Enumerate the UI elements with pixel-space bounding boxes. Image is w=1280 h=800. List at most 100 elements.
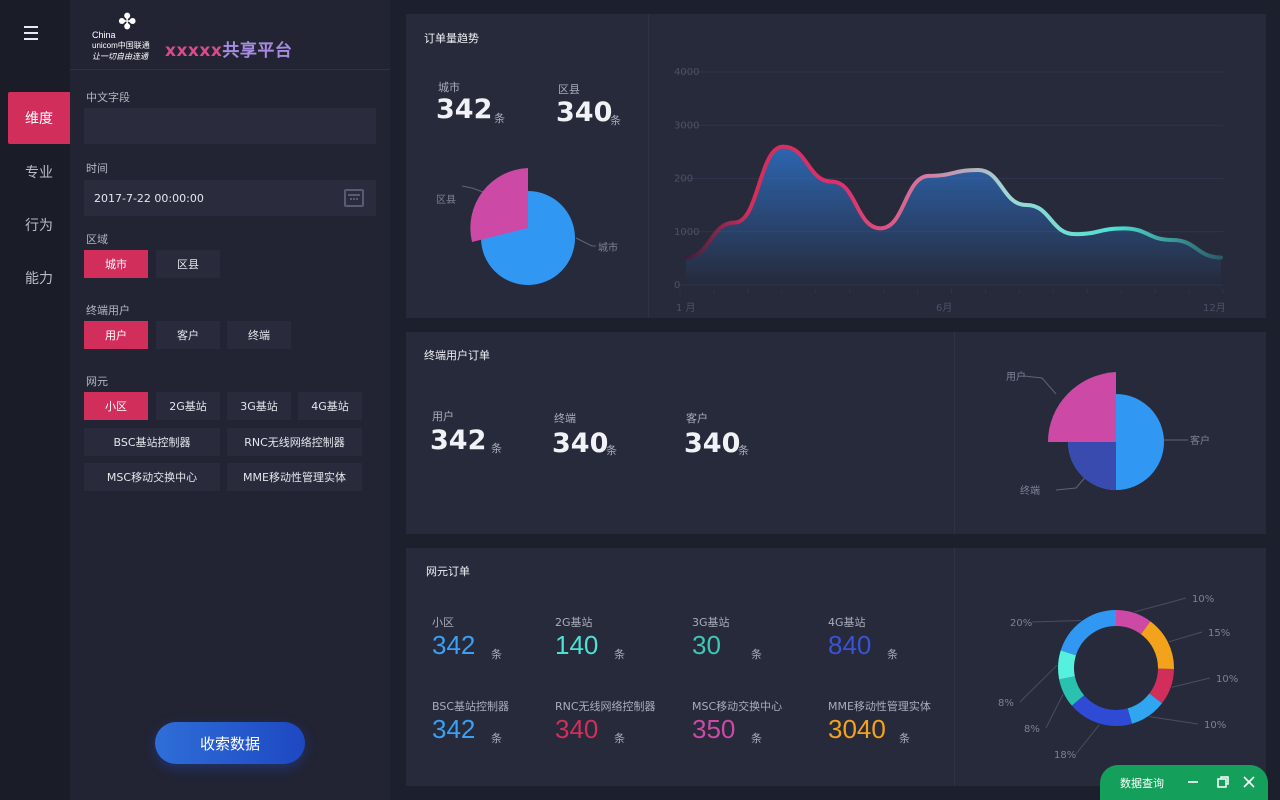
y-tick-label: 4000 [674,67,699,78]
nav-item-capability[interactable]: 能力 [8,252,70,304]
y-tick-label: 200 [674,174,693,185]
nav-rail: 维度 专业 行为 能力 [0,0,70,800]
region-pie-chart: 区县 城市 [436,168,618,285]
donut-label: 8% [1024,724,1040,735]
terminal-label: 终端用户 [86,304,130,317]
pie-label-user: 用户 [1006,370,1026,383]
terminal-pie-chart: 用户 客户 终端 [1006,370,1210,497]
terminal-option-terminal[interactable]: 终端 [227,321,291,349]
donut-label: 10% [1216,674,1238,685]
dock-label: 数据查询 [1120,777,1164,790]
pie-label-county: 区县 [436,194,456,206]
y-tick-label: 1000 [674,227,699,238]
logo-slogan: 让一切自由连通 [92,52,148,61]
network-stat-label: BSC基站控制器 [432,700,510,713]
network-stat-unit: 条 [614,732,625,745]
network-stat-label: RNC无线网络控制器 [555,700,656,713]
nav-item-dimension[interactable]: 维度 [8,92,70,144]
x-tick-label: 12月 [1203,302,1226,314]
terminal-orders-title: 终端用户订单 [424,349,490,362]
stat-unit-user: 条 [491,442,502,455]
network-stat-value: 340 [555,714,599,744]
donut-leader-line [1134,597,1187,613]
network-orders-card: 网元订单 小区 342 条 2G基站 140 条 3G基站 30 条 4G基站 840 条 BSC基站控… [406,548,1266,786]
calendar-icon[interactable] [344,189,364,207]
network-donut-chart: 10% 15% 10% 10% 18% 8% 8% 20% [998,594,1238,761]
donut-leader-line [1031,619,1082,623]
network-stat-value: 140 [555,630,599,660]
order-trend-title: 订单量趋势 [424,32,479,45]
search-data-button[interactable]: 收索数据 [155,722,305,764]
network-stat-label: MSC移动交换中心 [692,700,783,713]
terminal-option-user[interactable]: 用户 [84,321,148,349]
network-option-4g[interactable]: 4G基站 [298,392,362,420]
logo-text-china: China [92,30,116,40]
network-stat-label: 小区 [432,616,454,629]
donut-label: 15% [1208,628,1230,639]
network-option-msc[interactable]: MSC移动交换中心 [84,463,220,491]
network-stat-unit: 条 [751,732,762,745]
time-label: 时间 [86,162,108,175]
network-option-mme[interactable]: MME移动性管理实体 [227,463,362,491]
minimize-icon[interactable] [1186,775,1200,789]
network-stat-unit: 条 [614,648,625,661]
network-stat-label: 3G基站 [692,616,730,629]
time-picker[interactable]: 2017-7-22 00:00:00 [84,180,376,216]
y-tick-label: 3000 [674,120,699,131]
donut-label: 20% [1010,618,1032,629]
network-stat-value: 30 [692,630,721,660]
nav-item-specialty[interactable]: 专业 [8,146,70,198]
x-tick-label: 1 月 [676,302,696,314]
logo-text-unicom: unicom中国联通 [92,41,150,50]
donut-leader-line [1075,724,1100,755]
stat-unit-terminal: 条 [606,444,617,457]
terminal-option-customer[interactable]: 客户 [156,321,220,349]
region-option-city[interactable]: 城市 [84,250,148,278]
unicom-knot-icon: ✤ [118,10,137,35]
region-label: 区域 [86,233,108,246]
stat-label-city: 城市 [438,81,460,94]
pie-label-city: 城市 [598,241,618,254]
pie-slice-user [1047,372,1116,442]
china-unicom-logo: ✤ China unicom中国联通 让一切自由连通 [92,12,162,62]
close-icon[interactable] [1242,775,1256,789]
hamburger-menu-icon[interactable] [24,26,44,42]
nav-item-behavior[interactable]: 行为 [8,199,70,251]
data-query-dock[interactable]: 数据查询 [1100,765,1268,800]
donut-label: 18% [1054,750,1076,761]
network-stat-label: 4G基站 [828,616,866,629]
stat-label-county: 区县 [558,83,580,96]
stat-unit-customer: 条 [738,444,749,457]
network-label: 网元 [86,375,108,388]
chinese-field-label: 中文字段 [86,91,130,104]
network-stat-value: 342 [432,630,476,660]
stat-value-county: 340 [556,97,613,128]
network-stat-label: 2G基站 [555,616,593,629]
network-option-2g[interactable]: 2G基站 [156,392,220,420]
network-stat-unit: 条 [899,732,910,745]
network-stat-unit: 条 [491,732,502,745]
stat-unit-county: 条 [610,114,621,127]
pie-label-customer: 客户 [1190,434,1210,447]
x-tick-label: 6月 [936,302,952,314]
network-stat-unit: 条 [887,648,898,661]
chinese-field-input[interactable] [84,108,376,144]
stat-label-terminal: 终端 [554,412,576,425]
terminal-orders-card: 终端用户订单 用户 342 条 终端 340 条 客户 340 条 用户 客户 … [406,332,1266,534]
network-stat-unit: 条 [491,648,502,661]
network-option-bsc[interactable]: BSC基站控制器 [84,428,220,456]
stat-value-customer: 340 [684,428,741,459]
stat-label-user: 用户 [432,410,454,423]
stat-unit-city: 条 [494,112,505,125]
donut-label: 10% [1204,720,1226,731]
donut-leader-line [1168,631,1203,643]
network-option-cell[interactable]: 小区 [84,392,148,420]
restore-icon[interactable] [1216,775,1230,789]
brand-header: ✤ China unicom中国联通 让一切自由连通 xxxxx共享平台 [70,0,390,70]
filter-panel: ✤ China unicom中国联通 让一切自由连通 xxxxx共享平台 中文字… [70,0,390,800]
donut-leader-line [1171,677,1211,688]
donut-label: 10% [1192,594,1214,605]
network-option-3g[interactable]: 3G基站 [227,392,291,420]
network-option-rnc[interactable]: RNC无线网络控制器 [227,428,362,456]
region-option-county[interactable]: 区县 [156,250,220,278]
